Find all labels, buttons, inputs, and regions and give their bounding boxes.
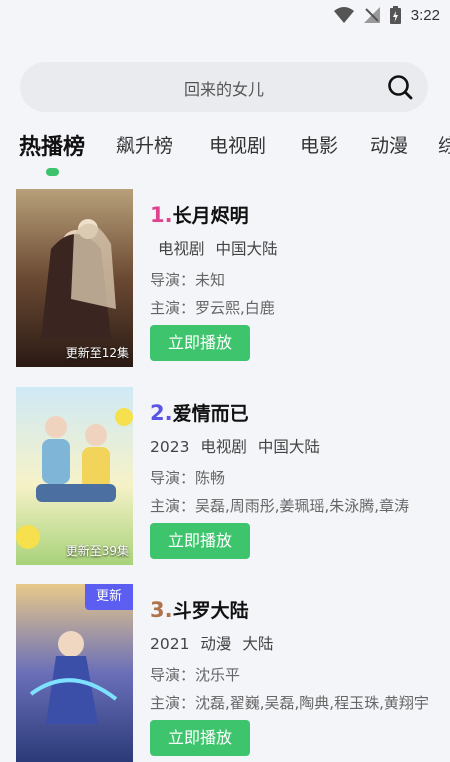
tab-variety[interactable]: 综: [438, 131, 450, 158]
tab-rising[interactable]: 飙升榜: [116, 131, 173, 158]
search-icon[interactable]: [386, 73, 414, 101]
poster-episode-caption: 更新至39集: [65, 544, 129, 558]
item-director: 导演：陈畅: [150, 469, 226, 487]
status-bar: 3:22: [0, 0, 450, 34]
item-title[interactable]: 2.爱情而已: [150, 399, 249, 426]
item-title[interactable]: 1.长月烬明: [150, 201, 249, 228]
item-region: 中国大陆: [257, 438, 320, 456]
item-type: 电视剧: [200, 438, 247, 456]
poster-image[interactable]: 更新: [16, 584, 133, 762]
play-now-button[interactable]: 立即播放: [150, 523, 250, 559]
item-cast: 主演：罗云熙,白鹿: [150, 299, 275, 317]
list-item[interactable]: 更新 3.斗罗大陆 2021 动漫 大陆 导演：沈乐平 主演：沈磊,翟巍,吴磊,…: [16, 584, 446, 762]
item-region: 大陆: [242, 635, 274, 653]
rank-number: 1.: [150, 203, 173, 227]
search-input[interactable]: 回来的女儿: [20, 76, 428, 100]
play-now-button[interactable]: 立即播放: [150, 325, 250, 361]
list-item[interactable]: 更新至12集 1.长月烬明 电视剧 中国大陆 导演：未知 主演：罗云熙,白鹿 立…: [16, 189, 446, 367]
update-badge: 更新: [85, 584, 133, 610]
poster-image[interactable]: 更新至39集: [16, 387, 133, 565]
item-meta: 电视剧 中国大陆: [158, 237, 283, 259]
status-time: 3:22: [410, 6, 440, 24]
tab-anime[interactable]: 动漫: [370, 131, 408, 158]
item-year: 2023: [150, 438, 190, 456]
battery-charging-icon: [389, 6, 401, 24]
item-type: 电视剧: [158, 240, 205, 258]
item-director: 导演：未知: [150, 271, 226, 289]
tab-movie[interactable]: 电影: [300, 131, 338, 158]
item-year: 2021: [150, 635, 190, 653]
list-item[interactable]: 更新至39集 2.爱情而已 2023 电视剧 中国大陆 导演：陈畅 主演：吴磊,…: [16, 387, 446, 565]
item-meta: 2021 动漫 大陆: [150, 632, 279, 654]
poster-image[interactable]: 更新至12集: [16, 189, 133, 367]
title-text: 爱情而已: [172, 403, 249, 425]
item-director: 导演：沈乐平: [150, 666, 241, 684]
title-text: 斗罗大陆: [172, 600, 249, 622]
item-cast: 主演：沈磊,翟巍,吴磊,陶典,程玉珠,黄翔宇: [150, 694, 429, 712]
title-text: 长月烬明: [172, 205, 249, 227]
rank-number: 2.: [150, 401, 173, 425]
tab-tv-series[interactable]: 电视剧: [209, 131, 266, 158]
item-region: 中国大陆: [215, 240, 278, 258]
wifi-icon: [333, 7, 354, 23]
item-meta: 2023 电视剧 中国大陆: [150, 435, 326, 457]
search-bar[interactable]: 回来的女儿: [20, 62, 428, 112]
rank-number: 3.: [150, 598, 173, 622]
signal-off-icon: [363, 7, 380, 23]
poster-episode-caption: 更新至12集: [65, 346, 129, 360]
tab-hot[interactable]: 热播榜: [19, 129, 85, 161]
item-cast: 主演：吴磊,周雨彤,姜珮瑶,朱泳腾,章涛: [150, 497, 410, 515]
active-tab-indicator: [46, 168, 59, 176]
play-now-button[interactable]: 立即播放: [150, 720, 250, 756]
category-tabs: 热播榜 飙升榜 电视剧 电影 动漫 综: [0, 126, 450, 182]
item-title[interactable]: 3.斗罗大陆: [150, 596, 249, 623]
item-type: 动漫: [200, 635, 232, 653]
